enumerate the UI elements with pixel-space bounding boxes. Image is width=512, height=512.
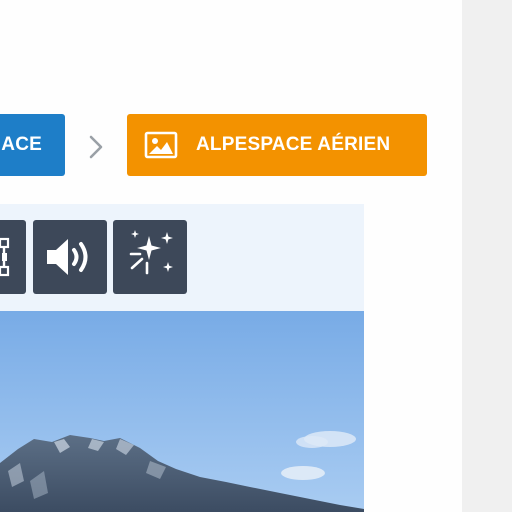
breadcrumb-previous-button[interactable]: ACE [0,114,65,176]
breadcrumb-current-label: ALPESPACE AÉRIEN [196,134,391,155]
media-viewer [0,204,364,512]
fit-frame-button[interactable] [0,220,26,294]
viewer-toolbar [0,204,364,311]
chevron-right-icon [89,135,103,159]
page: ACE ALPESPACE AÉRIEN [0,0,512,512]
volume-button[interactable] [33,220,107,294]
breadcrumb-current-button[interactable]: ALPESPACE AÉRIEN [127,114,427,176]
magic-sparkle-icon [129,230,173,275]
mountain-photo[interactable] [0,311,364,512]
breadcrumb-previous-label: ACE [1,134,42,155]
volume-icon [47,239,88,275]
magic-enhance-button[interactable] [113,220,187,294]
fit-frame-icon [0,237,10,277]
image-icon [144,131,178,159]
scroll-gutter [462,0,512,512]
photo-image [0,311,364,512]
